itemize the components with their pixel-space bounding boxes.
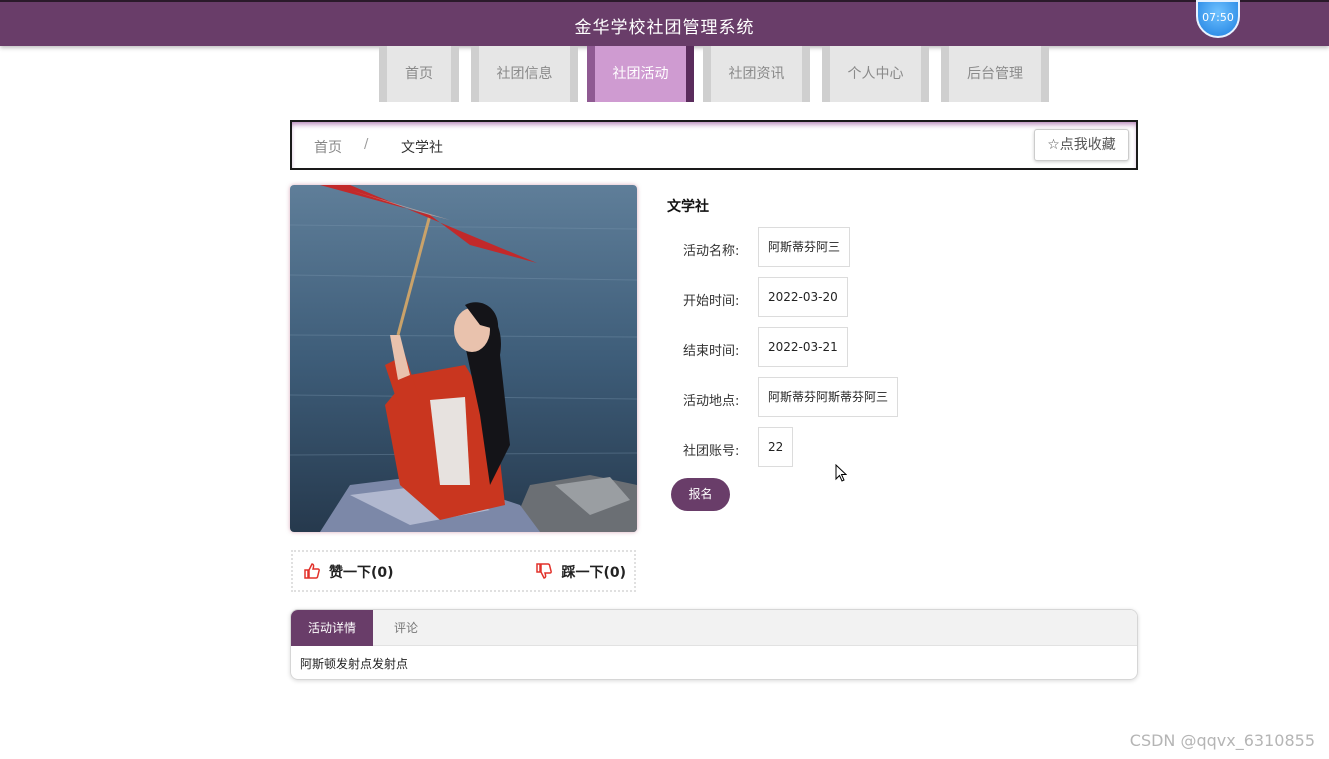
breadcrumb-home-link[interactable]: 首页 [314, 137, 342, 157]
nav-item-personal-center[interactable]: 个人中心 [822, 46, 929, 102]
nav-item-club-info[interactable]: 社团信息 [471, 46, 578, 102]
field-value-start-time: 2022-03-20 [758, 277, 848, 317]
dislike-button[interactable]: 踩一下(0) [535, 562, 626, 582]
club-name: 文学社 [667, 199, 709, 215]
thumbs-down-icon [536, 563, 553, 579]
field-label-start-time: 开始时间: [683, 294, 740, 309]
nav-item-club-news[interactable]: 社团资讯 [703, 46, 810, 102]
breadcrumb-current: 文学社 [401, 140, 443, 156]
field-label-location: 活动地点: [683, 394, 740, 409]
breadcrumb: 首页 / 文学社 ☆点我收藏 [290, 120, 1138, 170]
activity-image [290, 185, 637, 532]
thumbs-up-icon [304, 563, 320, 579]
tab-activity-detail[interactable]: 活动详情 [291, 610, 373, 646]
dislike-label: 踩一下(0) [561, 565, 626, 581]
mouse-cursor-icon [835, 464, 847, 482]
breadcrumb-separator: / [364, 137, 369, 152]
field-label-activity-name: 活动名称: [683, 244, 740, 259]
field-label-club-account: 社团账号: [683, 444, 740, 459]
field-label-end-time: 结束时间: [683, 344, 740, 359]
nav-item-club-activity[interactable]: 社团活动 [587, 46, 694, 102]
nav-item-home[interactable]: 首页 [379, 46, 459, 102]
field-value-club-account: 22 [758, 427, 794, 467]
like-button[interactable]: 赞一下(0) [303, 562, 394, 582]
favorite-button-label: 点我收藏 [1059, 137, 1116, 153]
like-label: 赞一下(0) [329, 565, 394, 581]
vote-bar: 赞一下(0) 踩一下(0) [291, 550, 636, 592]
field-value-location: 阿斯蒂芬阿斯蒂芬阿三 [758, 377, 899, 417]
favorite-button[interactable]: ☆点我收藏 [1034, 129, 1129, 161]
signup-button[interactable]: 报名 [671, 478, 730, 511]
top-header-bar: 金华学校社团管理系统 [0, 0, 1329, 46]
field-value-activity-name: 阿斯蒂芬阿三 [758, 227, 851, 267]
system-title: 金华学校社团管理系统 [574, 18, 755, 38]
field-value-end-time: 2022-03-21 [758, 327, 848, 367]
detail-tabs: 活动详情 评论 阿斯顿发射点发射点 [290, 609, 1138, 680]
tab-content: 阿斯顿发射点发射点 [300, 657, 409, 671]
star-icon: ☆ [1047, 137, 1060, 153]
nav-item-admin[interactable]: 后台管理 [941, 46, 1049, 102]
tab-comments[interactable]: 评论 [373, 610, 439, 646]
watermark: CSDN @qqvx_6310855 [1129, 731, 1315, 750]
tabs-header: 活动详情 评论 [291, 610, 1137, 646]
